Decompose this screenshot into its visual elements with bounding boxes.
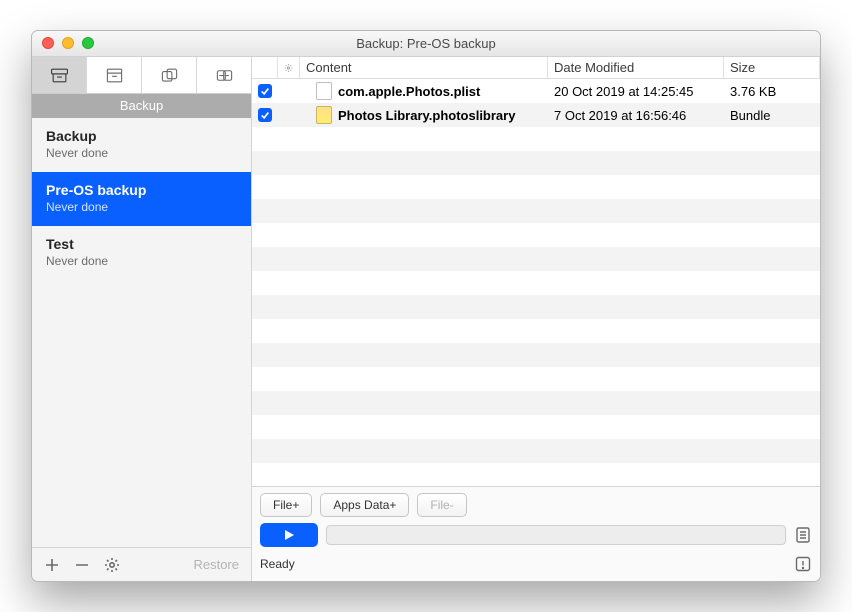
segment-archive[interactable] bbox=[32, 57, 87, 93]
table-header: Content Date Modified Size bbox=[252, 57, 820, 79]
table-row-empty bbox=[252, 199, 820, 223]
table-row[interactable]: com.apple.Photos.plist 20 Oct 2019 at 14:… bbox=[252, 79, 820, 103]
sidebar-item-name: Test bbox=[46, 236, 237, 252]
table-row-empty bbox=[252, 175, 820, 199]
sidebar-section-header: Backup bbox=[32, 94, 251, 118]
restore-button[interactable]: Restore bbox=[187, 557, 245, 572]
sidebar-item-pre-os-backup[interactable]: Pre-OS backup Never done bbox=[32, 172, 251, 226]
sidebar-item-name: Backup bbox=[46, 128, 237, 144]
sidebar-item-sub: Never done bbox=[46, 200, 237, 214]
file-name: com.apple.Photos.plist bbox=[338, 84, 480, 99]
add-button[interactable] bbox=[38, 552, 66, 578]
table-row-empty bbox=[252, 343, 820, 367]
sidebar-item-sub: Never done bbox=[46, 254, 237, 268]
table-row-empty bbox=[252, 295, 820, 319]
column-content[interactable]: Content bbox=[300, 57, 548, 78]
apps-data-add-button[interactable]: Apps Data+ bbox=[320, 493, 409, 517]
table-row-empty bbox=[252, 247, 820, 271]
table-row-empty bbox=[252, 223, 820, 247]
sidebar-item-sub: Never done bbox=[46, 146, 237, 160]
remove-button[interactable] bbox=[68, 552, 96, 578]
sidebar-item-test[interactable]: Test Never done bbox=[32, 226, 251, 280]
close-button[interactable] bbox=[42, 37, 54, 49]
column-checkbox[interactable] bbox=[252, 57, 278, 78]
table-row-empty bbox=[252, 391, 820, 415]
checkbox[interactable] bbox=[258, 108, 272, 122]
app-window: Backup: Pre-OS backup Backup Backup Never… bbox=[31, 30, 821, 582]
file-date: 20 Oct 2019 at 14:25:45 bbox=[548, 79, 724, 103]
sidebar-item-name: Pre-OS backup bbox=[46, 182, 237, 198]
column-date[interactable]: Date Modified bbox=[548, 57, 724, 78]
sidebar: Backup Backup Never done Pre-OS backup Neve… bbox=[32, 57, 252, 581]
column-gear[interactable] bbox=[278, 57, 300, 78]
file-size: 3.76 KB bbox=[724, 79, 820, 103]
segment-box[interactable] bbox=[87, 57, 142, 93]
table-row-empty bbox=[252, 319, 820, 343]
package-icon bbox=[316, 106, 332, 124]
sidebar-item-backup[interactable]: Backup Never done bbox=[32, 118, 251, 172]
footer: File+ Apps Data+ File- Ready bbox=[252, 486, 820, 581]
zoom-button[interactable] bbox=[82, 37, 94, 49]
table-row[interactable]: Photos Library.photoslibrary 7 Oct 2019 a… bbox=[252, 103, 820, 127]
table-row-empty bbox=[252, 127, 820, 151]
table-row-empty bbox=[252, 151, 820, 175]
table-row-empty bbox=[252, 439, 820, 463]
segment-copy[interactable] bbox=[142, 57, 197, 93]
table-row-empty bbox=[252, 415, 820, 439]
settings-button[interactable] bbox=[98, 552, 126, 578]
table-row-empty bbox=[252, 271, 820, 295]
table-body: com.apple.Photos.plist 20 Oct 2019 at 14:… bbox=[252, 79, 820, 486]
file-remove-button[interactable]: File- bbox=[417, 493, 466, 517]
main-panel: Content Date Modified Size com.apple.Pho… bbox=[252, 57, 820, 581]
table-row-empty bbox=[252, 367, 820, 391]
window-title: Backup: Pre-OS backup bbox=[356, 36, 495, 51]
log-icon[interactable] bbox=[794, 526, 812, 544]
alert-icon[interactable] bbox=[794, 555, 812, 573]
minimize-button[interactable] bbox=[62, 37, 74, 49]
segment-sync[interactable] bbox=[197, 57, 251, 93]
sidebar-bottom-bar: Restore bbox=[32, 547, 251, 581]
file-date: 7 Oct 2019 at 16:56:46 bbox=[548, 103, 724, 127]
sidebar-list: BackupNever donePre-OS backupNever doneT… bbox=[32, 118, 251, 547]
sidebar-segment bbox=[32, 57, 251, 94]
checkbox[interactable] bbox=[258, 84, 272, 98]
status-text: Ready bbox=[260, 557, 295, 571]
file-size: Bundle bbox=[724, 103, 820, 127]
run-button[interactable] bbox=[260, 523, 318, 547]
progress-bar bbox=[326, 525, 786, 545]
file-name: Photos Library.photoslibrary bbox=[338, 108, 515, 123]
column-size[interactable]: Size bbox=[724, 57, 820, 78]
file-add-button[interactable]: File+ bbox=[260, 493, 312, 517]
file-icon bbox=[316, 82, 332, 100]
title-bar: Backup: Pre-OS backup bbox=[32, 31, 820, 57]
